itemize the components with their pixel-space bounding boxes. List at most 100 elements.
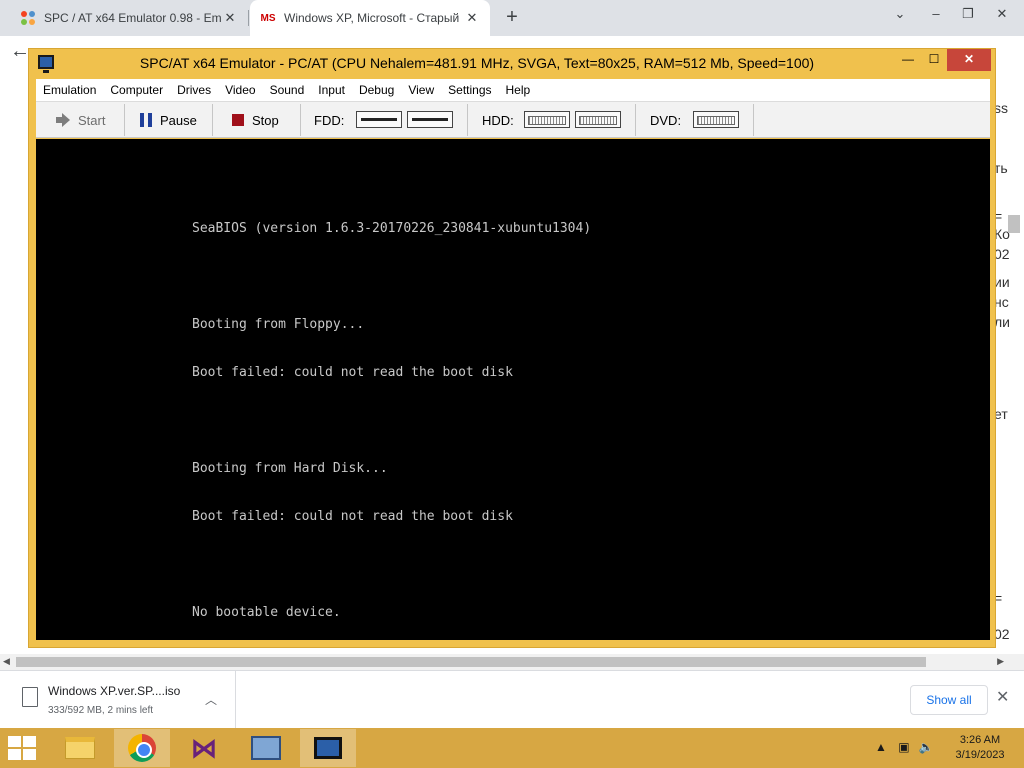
page-fragment: нс [994, 294, 1009, 310]
restore-button[interactable]: ❐ [950, 0, 986, 30]
horizontal-scrollbar[interactable]: ◀ ▶ [0, 654, 1024, 670]
menu-drives[interactable]: Drives [170, 83, 218, 97]
emulator-icon [314, 737, 342, 759]
close-icon[interactable]: ✕ [464, 10, 480, 26]
menu-video[interactable]: Video [218, 83, 262, 97]
page-fragment: ет [994, 406, 1008, 422]
page-fragment: 02 [994, 626, 1010, 642]
browser-tab-spc-at[interactable]: SPC / AT x64 Emulator 0.98 - Emu ✕ [10, 0, 248, 36]
menu-emulation[interactable]: Emulation [36, 83, 103, 97]
system-tray: ▲ ▣ 🔈 [875, 740, 934, 754]
hdd-label: HDD: [482, 113, 514, 128]
new-tab-button[interactable]: + [498, 4, 526, 32]
page-fragment: ии [994, 274, 1010, 290]
horizontal-scrollbar-thumb[interactable] [16, 657, 926, 667]
tab-title: SPC / AT x64 Emulator 0.98 - Emu [44, 11, 222, 25]
toolbar-divider [212, 104, 213, 136]
start-button[interactable]: Start [56, 102, 105, 138]
emulator-menubar: Emulation Computer Drives Video Sound In… [36, 79, 990, 101]
menu-input[interactable]: Input [311, 83, 352, 97]
menu-sound[interactable]: Sound [263, 83, 312, 97]
chevron-down-icon[interactable]: ⌄ [882, 0, 918, 30]
maximize-button[interactable]: ☐ [921, 49, 947, 71]
browser-tabstrip: SPC / AT x64 Emulator 0.98 - Emu ✕ MS Wi… [0, 0, 1024, 36]
vertical-scrollbar-thumb[interactable] [1008, 215, 1020, 233]
page-fragment: ss [994, 100, 1008, 116]
taskbar-visual-studio[interactable]: ⋈ [176, 729, 232, 767]
chevron-up-icon[interactable]: ︿ [205, 691, 217, 708]
taskbar-emulator[interactable] [300, 729, 356, 767]
monitor-icon [38, 55, 54, 73]
menu-help[interactable]: Help [499, 83, 538, 97]
console-line: Booting from Hard Disk... [192, 461, 388, 476]
volume-icon[interactable]: 🔈 [919, 740, 934, 754]
console-line: No bootable device. [192, 605, 341, 620]
scroll-left-icon[interactable]: ◀ [3, 656, 10, 667]
close-icon[interactable]: ✕ [222, 10, 238, 26]
back-arrow-icon[interactable]: ← [10, 40, 30, 63]
floppy-drive-b-icon[interactable] [407, 111, 453, 128]
dvd-label: DVD: [650, 113, 682, 128]
console-line: Boot failed: could not read the boot dis… [192, 509, 513, 524]
emulator-titlebar[interactable]: SPC/AT x64 Emulator - PC/AT (CPU Nehalem… [29, 49, 995, 77]
download-bar: Windows XP.ver.SP....iso 333/592 MB, 2 m… [0, 670, 1024, 729]
page-fragment: 02 [994, 246, 1010, 262]
tab-title: Windows XP, Microsoft - Старый [284, 11, 460, 25]
page-fragment: ть [994, 160, 1008, 176]
emulator-settings-icon [251, 736, 281, 760]
console-line: Booting from Floppy... [192, 317, 365, 332]
floppy-drive-a-icon[interactable] [356, 111, 402, 128]
tab-divider [248, 10, 249, 26]
chevron-up-icon[interactable]: ▲ [875, 740, 887, 754]
toolbar-divider [300, 104, 301, 136]
joomla-icon [20, 10, 36, 26]
start-label: Start [78, 112, 106, 128]
download-status: 333/592 MB, 2 mins left [48, 705, 154, 716]
pause-label: Pause [160, 112, 197, 128]
console-line: Boot failed: could not read the boot dis… [192, 365, 513, 380]
windows-start-icon[interactable] [8, 736, 38, 760]
window-title: SPC/AT x64 Emulator - PC/AT (CPU Nehalem… [139, 55, 815, 71]
menu-debug[interactable]: Debug [352, 83, 401, 97]
toolbar-divider [753, 104, 754, 136]
browser-tab-windows-xp[interactable]: MS Windows XP, Microsoft - Старый ✕ [250, 0, 490, 36]
emulator-display[interactable]: SeaBIOS (version 1.6.3-20170226_230841-x… [36, 139, 990, 716]
visual-studio-icon: ⋈ [191, 733, 217, 763]
menu-computer[interactable]: Computer [103, 83, 170, 97]
close-icon[interactable]: ✕ [996, 687, 1009, 707]
clock-date: 3/19/2023 [955, 749, 1005, 761]
minimize-button[interactable]: – [918, 0, 954, 30]
console-line: SeaBIOS (version 1.6.3-20170226_230841-x… [192, 221, 592, 236]
download-file-name: Windows XP.ver.SP....iso [48, 684, 181, 698]
network-icon[interactable]: ▣ [898, 740, 909, 754]
dvd-drive-icon[interactable] [693, 111, 739, 128]
ms-icon: MS [260, 12, 276, 24]
taskbar-file-explorer[interactable] [52, 729, 108, 767]
menu-settings[interactable]: Settings [441, 83, 498, 97]
windows-taskbar: ⋈ ▲ ▣ 🔈 3:26 AM 3/19/2023 [0, 728, 1024, 768]
download-item[interactable]: Windows XP.ver.SP....iso 333/592 MB, 2 m… [0, 671, 236, 729]
stop-button[interactable]: Stop [232, 102, 279, 138]
show-all-button[interactable]: Show all [910, 685, 988, 715]
taskbar-chrome[interactable] [114, 729, 170, 767]
stop-icon [232, 114, 244, 126]
taskbar-emulator-settings[interactable] [238, 729, 294, 767]
hard-disk-1-icon[interactable] [575, 111, 621, 128]
arrow-right-icon [56, 113, 70, 127]
taskbar-clock[interactable]: 3:26 AM 3/19/2023 [950, 733, 1010, 763]
browser-close-button[interactable]: ✕ [984, 0, 1020, 30]
hard-disk-0-icon[interactable] [524, 111, 570, 128]
minimize-button[interactable]: — [895, 49, 921, 71]
close-button[interactable]: ✕ [947, 49, 991, 71]
fdd-label: FDD: [314, 113, 345, 128]
toolbar-divider [635, 104, 636, 136]
pause-button[interactable]: Pause [140, 102, 197, 138]
menu-view[interactable]: View [401, 83, 441, 97]
scroll-right-icon[interactable]: ▶ [997, 656, 1004, 667]
pause-icon [140, 113, 152, 127]
chrome-icon [128, 734, 156, 762]
emulator-toolbar: Start Pause Stop FDD: HDD: DVD: [36, 101, 990, 138]
